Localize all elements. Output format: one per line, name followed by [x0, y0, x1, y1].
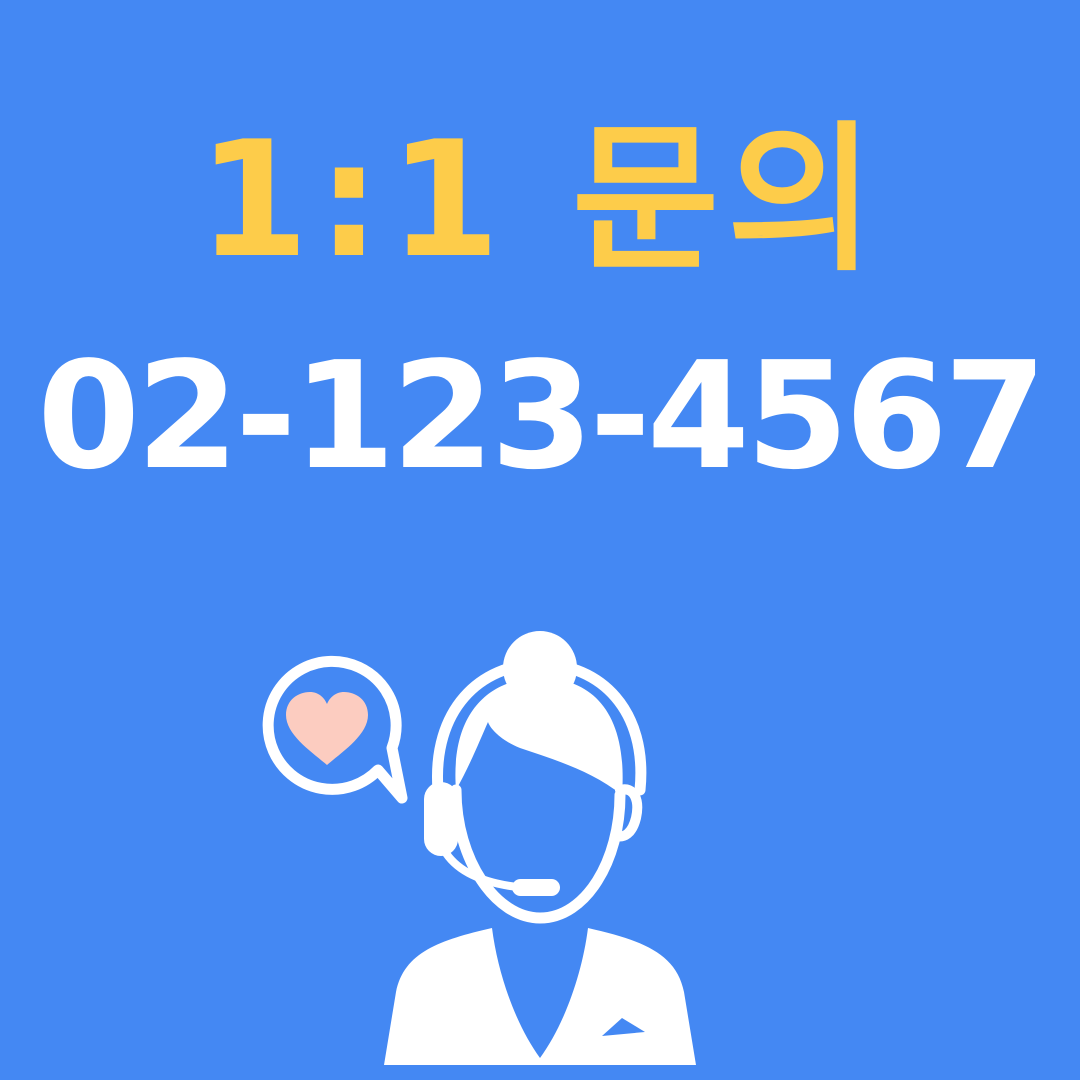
- page-title: 1:1 문의: [197, 106, 883, 293]
- phone-number: 02-123-4567: [37, 330, 1047, 502]
- customer-service-agent-icon: [384, 631, 696, 1065]
- heart-icon: [286, 692, 368, 765]
- support-illustration: [262, 631, 696, 1065]
- heart-speech-bubble-icon: [262, 655, 408, 804]
